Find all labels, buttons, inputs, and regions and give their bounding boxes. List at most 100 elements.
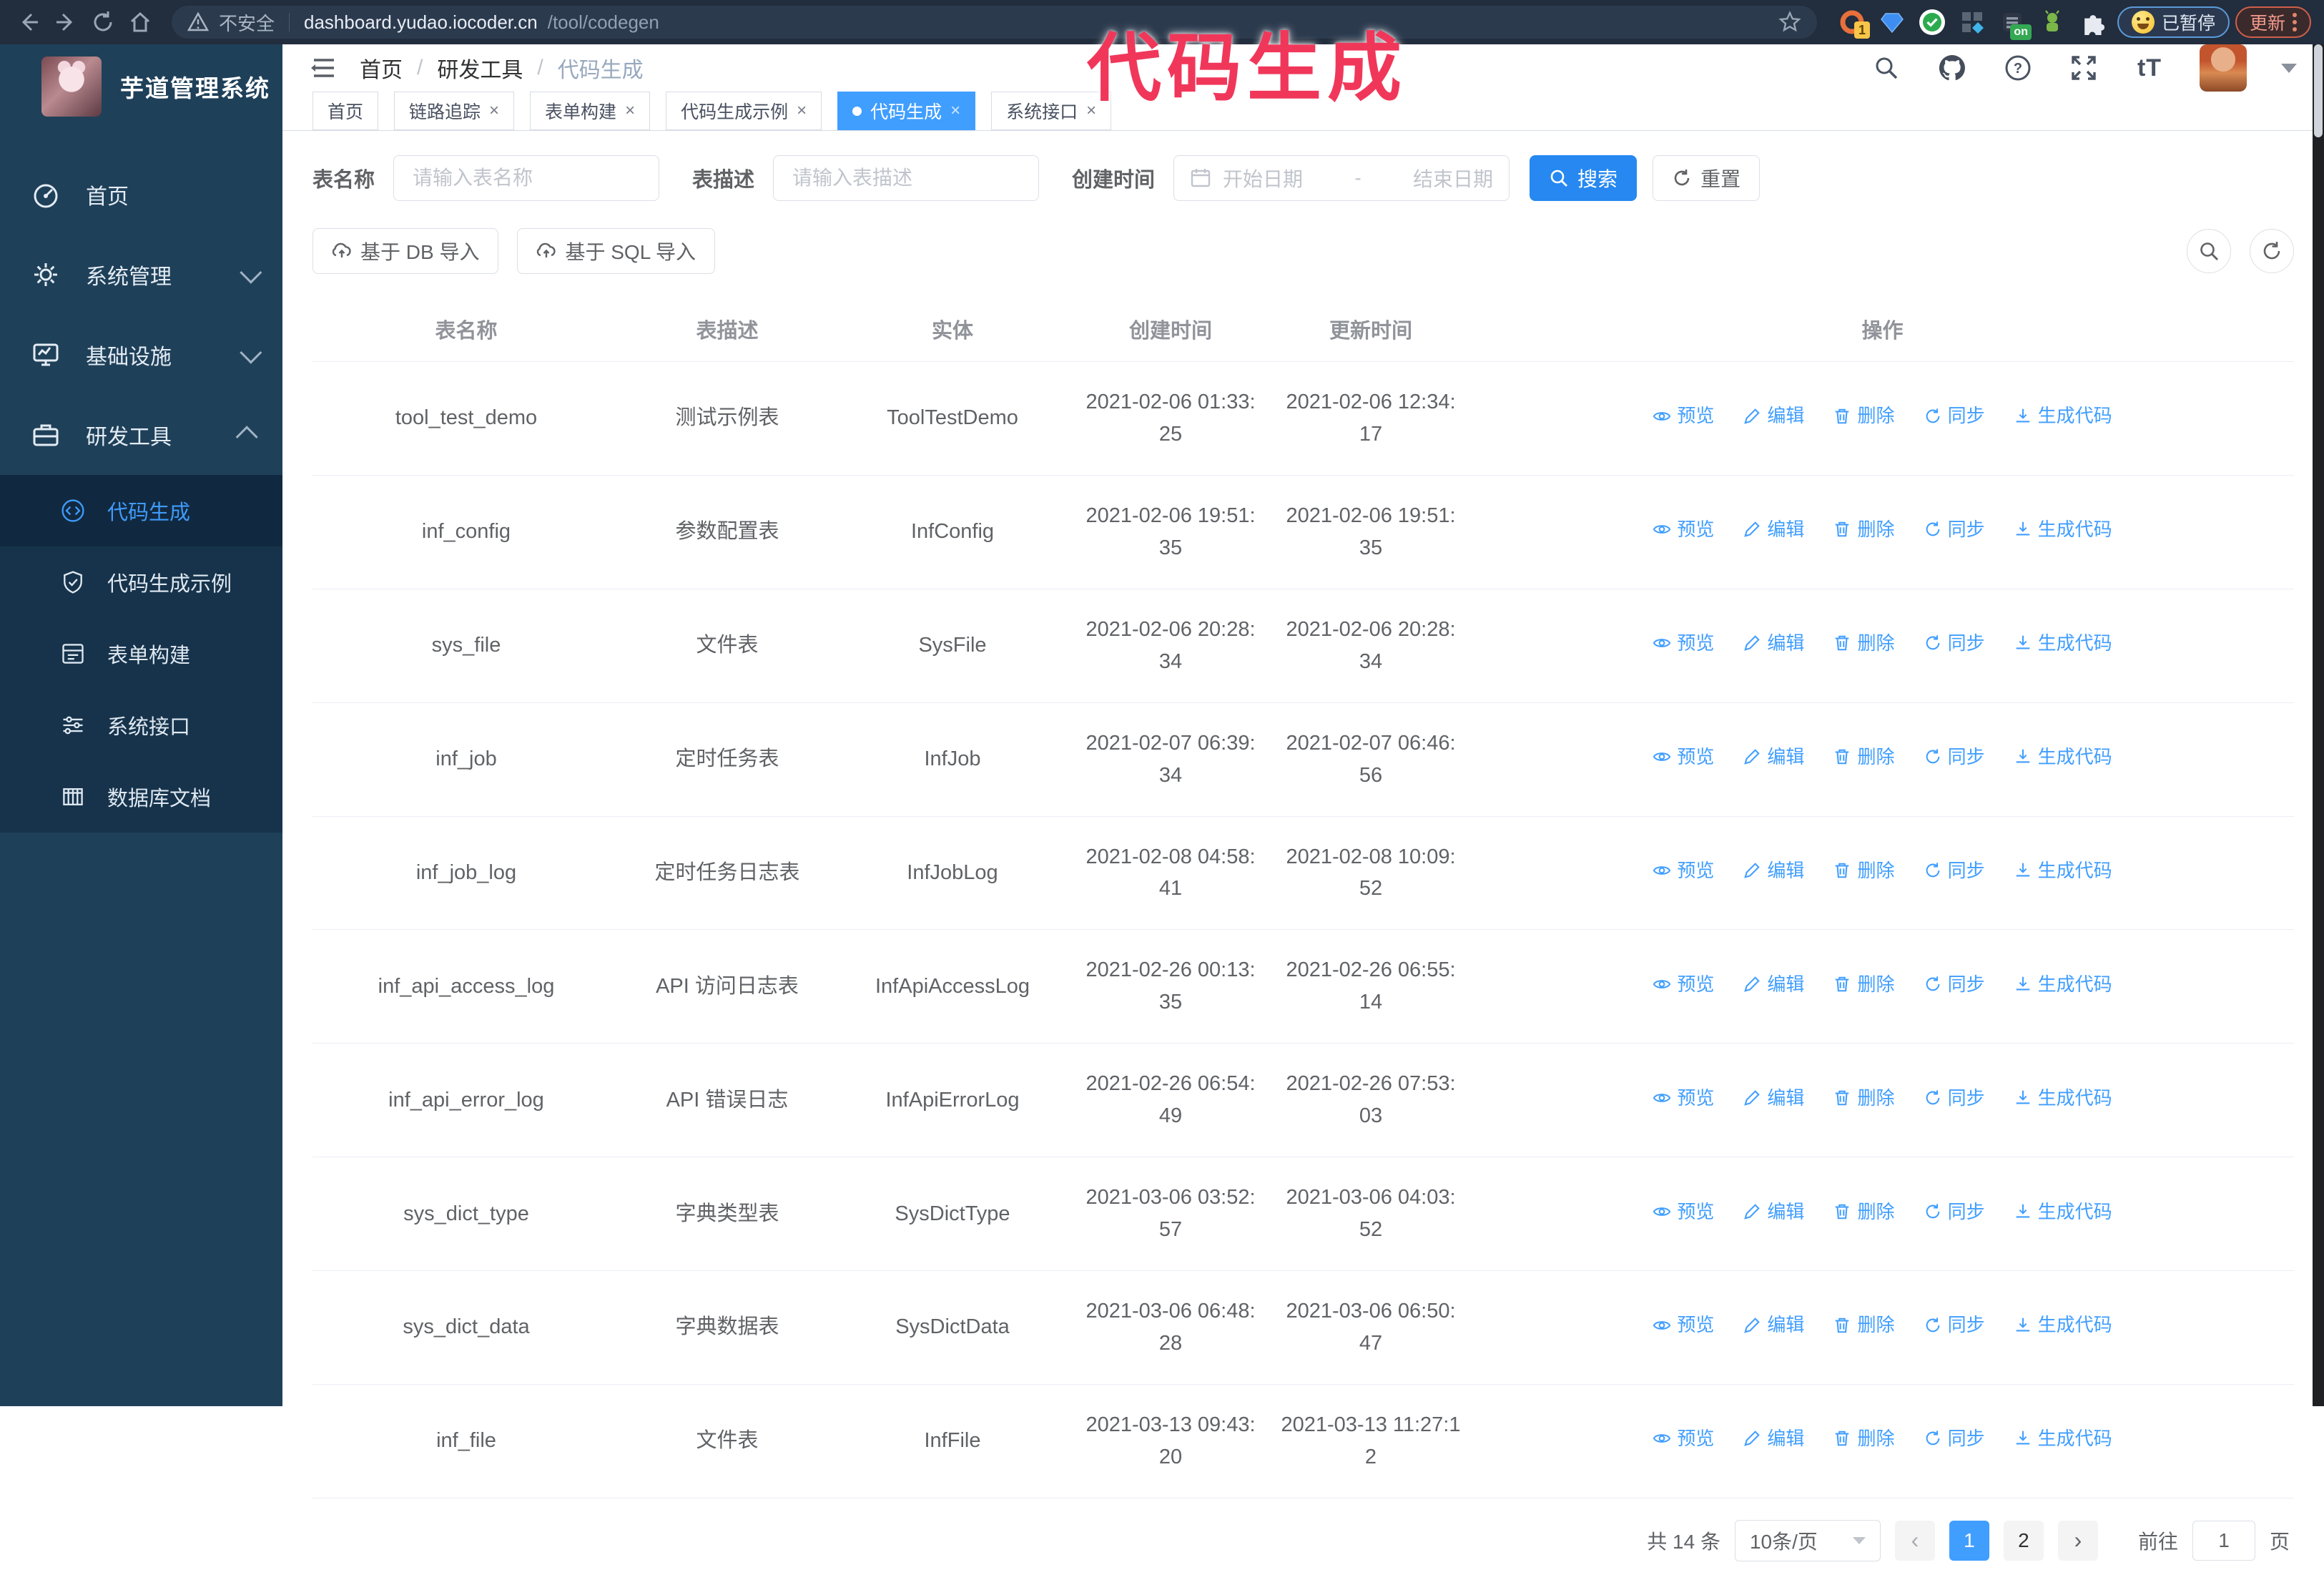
delete-link[interactable]: 删除 <box>1833 856 1895 885</box>
sidebar-item-form-builder[interactable]: 表单构建 <box>0 618 282 690</box>
edit-link[interactable]: 编辑 <box>1743 1084 1804 1112</box>
sync-link[interactable]: 同步 <box>1924 401 1985 430</box>
table-desc-input[interactable] <box>773 155 1040 201</box>
generate-code-link[interactable]: 生成代码 <box>2014 515 2112 544</box>
bookmark-star-icon[interactable] <box>1778 11 1801 34</box>
preview-link[interactable]: 预览 <box>1653 1197 1714 1226</box>
security-label[interactable]: 不安全 <box>219 9 275 36</box>
reset-button[interactable]: 重置 <box>1653 155 1761 201</box>
page-size-select[interactable]: 10条/页 <box>1734 1519 1881 1561</box>
puzzle-extensions-icon[interactable] <box>2079 9 2106 36</box>
browser-menu-icon[interactable] <box>2293 13 2297 31</box>
edit-link[interactable]: 编辑 <box>1743 742 1804 771</box>
extension-on-badge-icon[interactable]: on <box>1999 9 2032 40</box>
fullscreen-icon[interactable] <box>2068 52 2099 84</box>
preview-link[interactable]: 预览 <box>1653 970 1714 998</box>
generate-code-link[interactable]: 生成代码 <box>2014 1310 2112 1339</box>
extension-check-icon[interactable] <box>1919 9 1946 36</box>
sync-link[interactable]: 同步 <box>1924 1084 1985 1112</box>
delete-link[interactable]: 删除 <box>1833 742 1895 771</box>
view-tab[interactable]: 链路追踪 × <box>394 92 515 130</box>
sync-link[interactable]: 同步 <box>1924 970 1985 998</box>
delete-link[interactable]: 删除 <box>1833 401 1895 430</box>
sync-link[interactable]: 同步 <box>1924 515 1985 544</box>
help-icon[interactable]: ? <box>2002 52 2034 84</box>
logo-row[interactable]: 芋道管理系统 <box>0 44 282 129</box>
sidebar-item-devtools[interactable]: 研发工具 <box>0 395 282 475</box>
preview-link[interactable]: 预览 <box>1653 742 1714 771</box>
extension-robot-icon[interactable] <box>2039 9 2066 36</box>
edit-link[interactable]: 编辑 <box>1743 1197 1804 1226</box>
next-page-button[interactable]: › <box>2057 1520 2098 1561</box>
page-button-1[interactable]: 1 <box>1949 1520 1989 1561</box>
sidebar-item-home[interactable]: 首页 <box>0 154 282 235</box>
search-button[interactable]: 搜索 <box>1530 155 1638 201</box>
sidebar-item-infra[interactable]: 基础设施 <box>0 315 282 395</box>
delete-link[interactable]: 删除 <box>1833 1197 1895 1226</box>
tab-close-icon[interactable]: × <box>489 102 499 119</box>
preview-link[interactable]: 预览 <box>1653 515 1714 544</box>
generate-code-link[interactable]: 生成代码 <box>2014 1424 2112 1453</box>
prev-page-button[interactable]: ‹ <box>1894 1520 1935 1561</box>
tab-close-icon[interactable]: × <box>625 102 635 119</box>
goto-page-input[interactable] <box>2192 1520 2255 1561</box>
user-avatar[interactable] <box>2200 44 2247 92</box>
generate-code-link[interactable]: 生成代码 <box>2014 970 2112 998</box>
page-button-2[interactable]: 2 <box>2003 1520 2044 1561</box>
breadcrumb-devtools[interactable]: 研发工具 <box>437 52 523 84</box>
date-range-picker[interactable]: 开始日期 - 结束日期 <box>1173 155 1510 201</box>
browser-forward-icon[interactable] <box>50 6 82 38</box>
sync-link[interactable]: 同步 <box>1924 1310 1985 1339</box>
sync-link[interactable]: 同步 <box>1924 629 1985 657</box>
view-tab[interactable]: 表单构建 × <box>530 92 651 130</box>
browser-update-button[interactable]: 更新 <box>2235 6 2311 38</box>
generate-code-link[interactable]: 生成代码 <box>2014 742 2112 771</box>
github-icon[interactable] <box>1936 52 1968 84</box>
preview-link[interactable]: 预览 <box>1653 401 1714 430</box>
avatar-caret-icon[interactable] <box>2281 63 2297 73</box>
generate-code-link[interactable]: 生成代码 <box>2014 856 2112 885</box>
sidebar-item-system[interactable]: 系统管理 <box>0 235 282 315</box>
start-date-placeholder[interactable]: 开始日期 <box>1223 164 1303 192</box>
view-tab[interactable]: 代码生成示例 × <box>666 92 822 130</box>
delete-link[interactable]: 删除 <box>1833 1424 1895 1453</box>
edit-link[interactable]: 编辑 <box>1743 1310 1804 1339</box>
sidebar-item-codegen-example[interactable]: 代码生成示例 <box>0 546 282 618</box>
preview-link[interactable]: 预览 <box>1653 1310 1714 1339</box>
sidebar-item-system-api[interactable]: 系统接口 <box>0 690 282 761</box>
preview-link[interactable]: 预览 <box>1653 1084 1714 1112</box>
generate-code-link[interactable]: 生成代码 <box>2014 1197 2112 1226</box>
browser-home-icon[interactable] <box>124 6 156 38</box>
url-path[interactable]: /tool/codegen <box>548 11 659 34</box>
extension-grid-icon[interactable] <box>1959 9 1986 36</box>
browser-back-icon[interactable] <box>13 6 44 38</box>
generate-code-link[interactable]: 生成代码 <box>2014 1084 2112 1112</box>
import-db-button[interactable]: 基于 DB 导入 <box>312 228 499 274</box>
sidebar-item-codegen[interactable]: 代码生成 <box>0 475 282 546</box>
preview-link[interactable]: 预览 <box>1653 629 1714 657</box>
url-host[interactable]: dashboard.yudao.iocoder.cn <box>304 11 538 34</box>
edit-link[interactable]: 编辑 <box>1743 401 1804 430</box>
hamburger-icon[interactable] <box>310 54 338 82</box>
sidebar-item-db-doc[interactable]: 数据库文档 <box>0 761 282 833</box>
delete-link[interactable]: 删除 <box>1833 1310 1895 1339</box>
page-scrollbar[interactable] <box>2313 44 2324 1406</box>
tab-close-icon[interactable]: × <box>797 102 807 119</box>
table-name-input[interactable] <box>393 155 660 201</box>
search-icon[interactable] <box>1871 52 1902 84</box>
refresh-table-button[interactable] <box>2250 229 2294 273</box>
edit-link[interactable]: 编辑 <box>1743 515 1804 544</box>
delete-link[interactable]: 删除 <box>1833 1084 1895 1112</box>
sync-link[interactable]: 同步 <box>1924 742 1985 771</box>
edit-link[interactable]: 编辑 <box>1743 1424 1804 1453</box>
browser-reload-icon[interactable] <box>87 6 119 38</box>
extension-gem-icon[interactable] <box>1879 9 1906 36</box>
edit-link[interactable]: 编辑 <box>1743 629 1804 657</box>
edit-link[interactable]: 编辑 <box>1743 856 1804 885</box>
tab-close-icon[interactable]: × <box>950 102 960 119</box>
import-sql-button[interactable]: 基于 SQL 导入 <box>517 228 716 274</box>
generate-code-link[interactable]: 生成代码 <box>2014 629 2112 657</box>
sync-link[interactable]: 同步 <box>1924 1424 1985 1453</box>
generate-code-link[interactable]: 生成代码 <box>2014 401 2112 430</box>
text-size-icon[interactable]: tT <box>2134 52 2165 84</box>
